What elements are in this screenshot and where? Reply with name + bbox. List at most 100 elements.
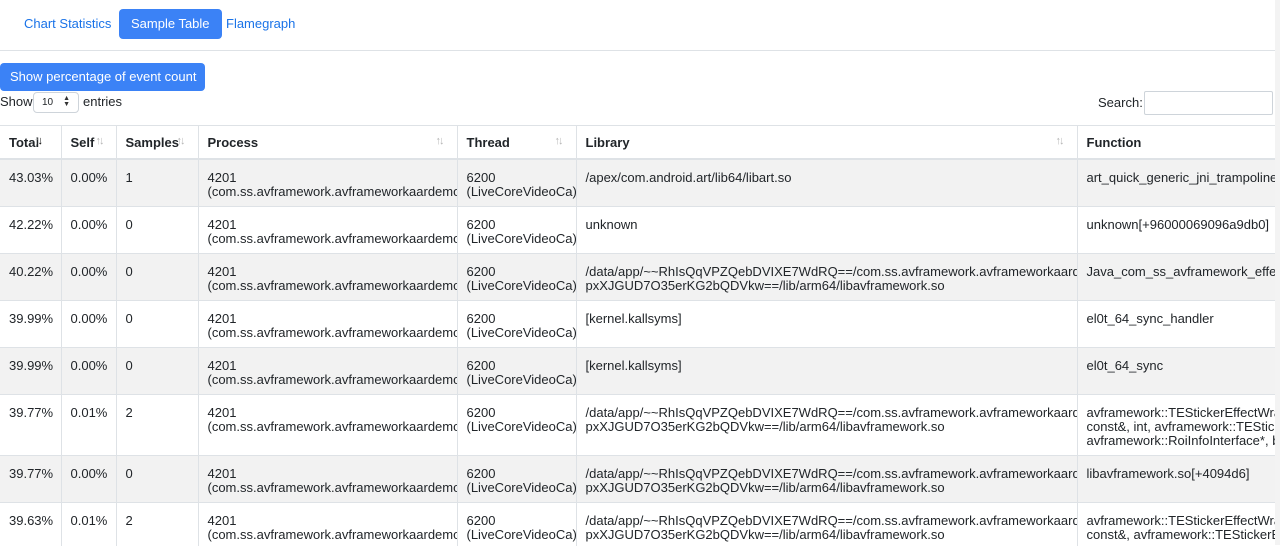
cell-line: (com.ss.avframework.avframeworkaardemo): [207, 371, 457, 387]
entries-label: entries: [83, 94, 123, 109]
sort-arrows-icon: ↑↓: [435, 135, 445, 147]
cell-line: (com.ss.avframework.avframeworkaardemo): [207, 184, 457, 199]
cell-library: /data/app/~~RhIsQqVPZQebDVIXE7WdRQ==/com…: [576, 253, 1078, 301]
table-row[interactable]: 43.03% 0.00% 1 4201 (com.ss.avframework.avfr…: [0, 159, 1276, 207]
table-row[interactable]: 39.99% 0.00% 0 4201 (com.ss.avframework.avfr…: [0, 300, 1275, 348]
cell-line: 6200: [466, 512, 496, 528]
column-header-thread[interactable]: Thread ↑↓: [457, 126, 577, 160]
cell-line: 6200: [466, 216, 496, 232]
cell-self: 0.00%: [61, 159, 117, 207]
cell-line: /apex/com.android.art/lib64/libart.so: [585, 170, 792, 185]
table-row[interactable]: 39.99% 0.00% 0 4201 (com.ss.avframework.avfr…: [0, 347, 1275, 395]
cell-library: /data/app/~~RhIsQqVPZQebDVIXE7WdRQ==/com…: [576, 394, 1078, 456]
sort-arrows-icon: ↑↓: [95, 135, 105, 147]
cell-line: /data/app/~~RhIsQqVPZQebDVIXE7WdRQ==/com…: [585, 465, 1077, 481]
tab-bar: Chart Statistics Sample Table Flamegraph: [0, 0, 1275, 51]
tab-chart-statistics[interactable]: Chart Statistics: [12, 9, 123, 39]
cell-line: unknown: [585, 216, 638, 232]
cell-line: art_quick_generic_jni_trampoline: [1086, 170, 1276, 185]
cell-line: (LiveCoreVideoCa): [466, 277, 576, 293]
table-row[interactable]: 42.22% 0.00% 0 4201 (com.ss.avframework.avfr…: [0, 206, 1275, 254]
cell-total: 39.77%: [0, 394, 62, 456]
sort-arrows-icon: ↑↓: [1055, 135, 1065, 147]
cell-line: /data/app/~~RhIsQqVPZQebDVIXE7WdRQ==/com…: [585, 512, 1077, 528]
cell-process: 4201 (com.ss.avframework.avframeworkaarde…: [198, 394, 458, 456]
cell-line: (LiveCoreVideoCa): [466, 479, 576, 495]
entries-per-page-select[interactable]: 10 ▲ ▼: [33, 92, 79, 113]
cell-line: pxXJGUD7O35erKG2bQDVkw==/lib/arm64/libav…: [585, 418, 945, 434]
tab-sample-table[interactable]: Sample Table: [119, 9, 222, 39]
column-header-function[interactable]: Function: [1077, 126, 1275, 160]
cell-process: 4201 (com.ss.avframework.avframeworkaarde…: [198, 347, 458, 395]
cell-line: /data/app/~~RhIsQqVPZQebDVIXE7WdRQ==/com…: [585, 404, 1077, 420]
cell-line: pxXJGUD7O35erKG2bQDVkw==/lib/arm64/libav…: [585, 479, 945, 495]
cell-process: 4201 (com.ss.avframework.avframeworkaarde…: [198, 206, 458, 254]
cell-total: 39.99%: [0, 347, 62, 395]
cell-thread: 6200 (LiveCoreVideoCa): [457, 159, 577, 207]
cell-function: Java_com_ss_avframework_effect: [1077, 253, 1276, 301]
tab-flamegraph[interactable]: Flamegraph: [214, 9, 307, 39]
cell-line: (com.ss.avframework.avframeworkaardemo): [207, 277, 457, 293]
cell-line: avframework::TEStickerEffectWrap: [1086, 512, 1276, 528]
column-header-self[interactable]: Self ↑↓: [61, 126, 117, 160]
cell-line: 6200: [466, 263, 496, 279]
cell-samples: 2: [116, 502, 199, 546]
cell-function: unknown[+96000069096a9db0]: [1077, 206, 1275, 254]
cell-process: 4201 (com.ss.avframework.avframeworkaarde…: [198, 502, 458, 546]
entries-per-page-value: 10: [42, 97, 54, 108]
cell-thread: 6200 (LiveCoreVideoCa): [457, 502, 577, 546]
cell-process: 4201 (com.ss.avframework.avframeworkaarde…: [198, 159, 458, 207]
cell-line: 6200: [466, 404, 496, 420]
cell-function: avframework::TEStickerEffectWrap const&, …: [1077, 502, 1275, 546]
column-header-label: Thread: [466, 134, 510, 150]
column-header-samples[interactable]: Samples ↑↓: [116, 126, 199, 160]
cell-samples: 1: [116, 159, 199, 207]
search-input[interactable]: [1144, 91, 1273, 115]
sort-descending-icon: ↑↓: [34, 135, 43, 147]
cell-thread: 6200 (LiveCoreVideoCa): [457, 206, 577, 254]
cell-self: 0.01%: [61, 502, 117, 546]
cell-total: 43.03%: [0, 159, 62, 207]
column-header-label: Self: [70, 134, 95, 150]
table-row[interactable]: 39.77% 0.01% 2 4201 (com.ss.avframework.avfr…: [0, 394, 1275, 456]
cell-total: 42.22%: [0, 206, 62, 254]
column-header-total[interactable]: Total ↑↓: [0, 126, 62, 160]
cell-line: el0t_64_sync: [1086, 357, 1164, 373]
cell-thread: 6200 (LiveCoreVideoCa): [457, 394, 577, 456]
cell-line: (LiveCoreVideoCa): [466, 324, 576, 340]
cell-line: (com.ss.avframework.avframeworkaardemo): [207, 526, 457, 542]
cell-line: 6200: [466, 170, 496, 185]
cell-library: [kernel.kallsyms]: [576, 347, 1078, 395]
cell-line: const&, avframework::TEStickerEff: [1086, 526, 1276, 542]
cell-line: (LiveCoreVideoCa): [466, 418, 576, 434]
select-arrows-icon: ▲ ▼: [63, 95, 70, 108]
cell-thread: 6200 (LiveCoreVideoCa): [457, 347, 577, 395]
vertical-scrollbar[interactable]: [1275, 0, 1280, 545]
cell-samples: 0: [116, 300, 199, 348]
cell-line: /data/app/~~RhIsQqVPZQebDVIXE7WdRQ==/com…: [585, 263, 1077, 279]
cell-library: /data/app/~~RhIsQqVPZQebDVIXE7WdRQ==/com…: [576, 502, 1078, 546]
cell-line: 4201: [207, 404, 237, 420]
cell-line: 4201: [207, 263, 237, 279]
table-row[interactable]: 39.77% 0.00% 0 4201 (com.ss.avframework.avfr…: [0, 455, 1275, 503]
table-row[interactable]: 39.63% 0.01% 2 4201 (com.ss.avframework.avfr…: [0, 502, 1275, 546]
cell-samples: 0: [116, 253, 199, 301]
cell-line: [kernel.kallsyms]: [585, 310, 682, 326]
cell-line: (LiveCoreVideoCa): [466, 230, 576, 246]
cell-self: 0.00%: [61, 455, 117, 503]
cell-line: Java_com_ss_avframework_effect: [1086, 263, 1276, 279]
column-header-label: Function: [1086, 134, 1142, 150]
cell-line: 4201: [207, 465, 237, 481]
table-header-row: Total ↑↓ Self ↑↓ Samples ↑↓ Process ↑↓ Threa…: [0, 126, 1275, 160]
cell-line: libavframework.so[+4094d6]: [1086, 465, 1250, 481]
cell-process: 4201 (com.ss.avframework.avframeworkaarde…: [198, 253, 458, 301]
cell-function: el0t_64_sync_handler: [1077, 300, 1275, 348]
cell-function: el0t_64_sync: [1077, 347, 1275, 395]
percentage-dropdown-button[interactable]: Show percentage of event count: [0, 63, 205, 106]
column-header-process[interactable]: Process ↑↓: [198, 126, 458, 160]
table-row[interactable]: 40.22% 0.00% 0 4201 (com.ss.avframework.avfr…: [0, 253, 1276, 301]
cell-line: 4201: [207, 357, 237, 373]
cell-total: 39.99%: [0, 300, 62, 348]
column-header-library[interactable]: Library ↑↓: [576, 126, 1078, 160]
column-header-label: Process: [207, 134, 259, 150]
